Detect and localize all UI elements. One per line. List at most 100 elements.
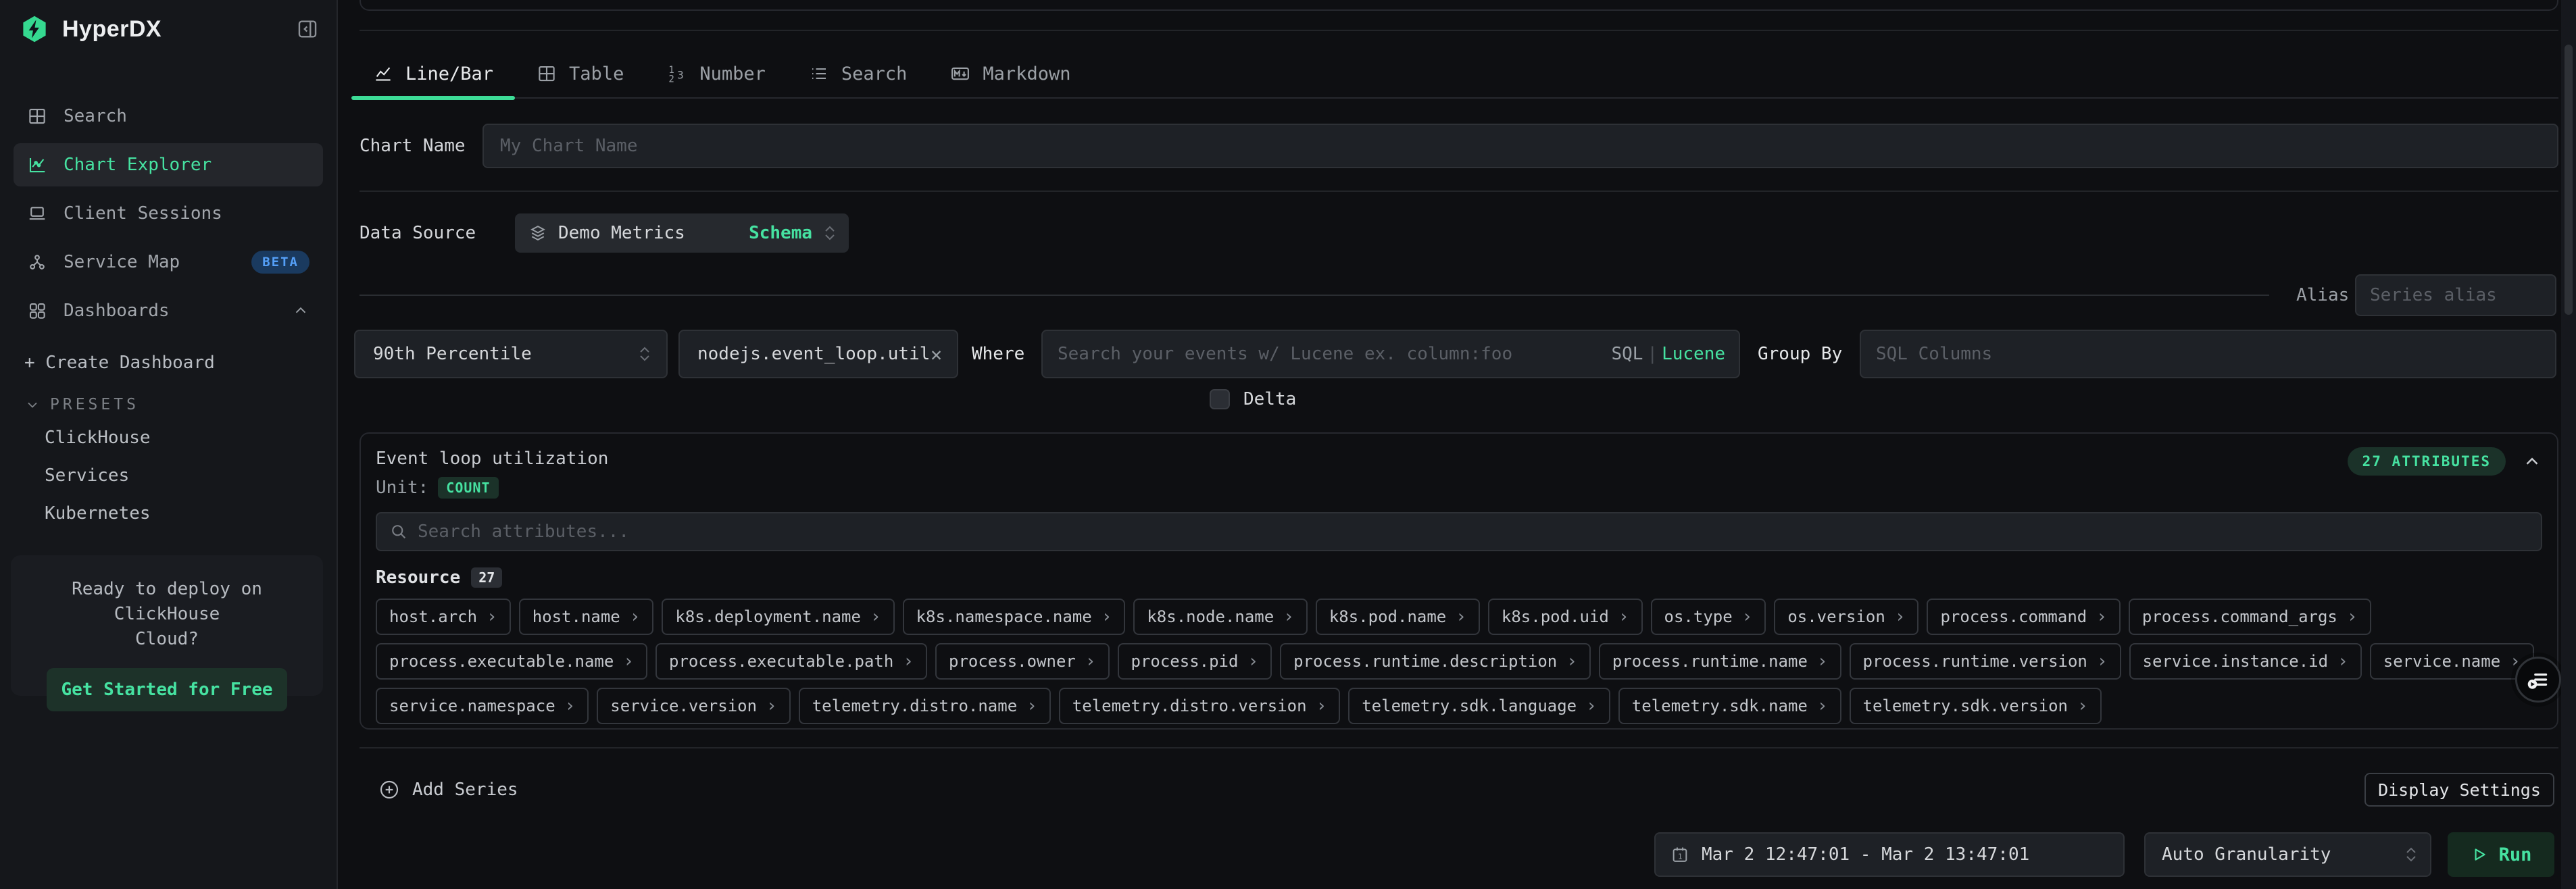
- delta-option: Delta: [1210, 389, 1296, 409]
- time-range-picker[interactable]: 1 Mar 2 12:47:01 - Mar 2 13:47:01: [1654, 832, 2125, 877]
- sidebar-nav: Search Chart Explorer Client Sessions Se…: [0, 95, 337, 332]
- tab-search[interactable]: Search: [787, 50, 929, 97]
- chart-name-input[interactable]: [500, 136, 2541, 156]
- hyperdx-logo-icon: [20, 14, 49, 45]
- aggregation-select[interactable]: 90th Percentile: [354, 330, 668, 378]
- attribute-name: process.runtime.description: [1293, 652, 1557, 671]
- attribute-chip[interactable]: process.runtime.name›: [1599, 643, 1841, 680]
- sidebar-item-label: Search: [64, 106, 127, 126]
- attribute-chip[interactable]: service.name›: [2370, 643, 2534, 680]
- attribute-chip[interactable]: process.command_args›: [2129, 599, 2371, 635]
- beta-badge: BETA: [251, 251, 309, 274]
- attribute-chip[interactable]: telemetry.sdk.language›: [1348, 688, 1610, 724]
- attribute-chip[interactable]: service.version›: [597, 688, 790, 724]
- sidebar-collapse-icon[interactable]: [296, 18, 319, 41]
- attributes-search-input[interactable]: [418, 522, 2529, 542]
- attribute-chip[interactable]: telemetry.sdk.name›: [1618, 688, 1841, 724]
- attributes-search-field: [376, 512, 2542, 551]
- create-dashboard-link[interactable]: + Create Dashboard: [24, 353, 312, 373]
- tab-markdown[interactable]: Markdown: [928, 50, 1092, 97]
- attribute-chip[interactable]: host.name›: [519, 599, 654, 635]
- divider: [360, 295, 2269, 296]
- unit-value-badge: COUNT: [438, 477, 498, 499]
- chevron-right-icon: ›: [623, 651, 634, 671]
- floating-widget-button[interactable]: [2515, 657, 2561, 703]
- attribute-chip[interactable]: process.pid›: [1118, 643, 1272, 680]
- data-source-select[interactable]: Demo Metrics Schema: [515, 213, 849, 253]
- where-search-input[interactable]: [1058, 344, 1604, 364]
- laptop-icon: [27, 203, 47, 224]
- presets-header[interactable]: PRESETS: [24, 396, 312, 413]
- sidebar-item-search[interactable]: Search: [14, 95, 323, 138]
- run-button[interactable]: Run: [2448, 832, 2554, 877]
- add-series-button[interactable]: Add Series: [378, 773, 518, 807]
- granularity-select[interactable]: Auto Granularity: [2144, 832, 2431, 877]
- sql-option[interactable]: SQL: [1611, 344, 1643, 364]
- attribute-chip[interactable]: host.arch›: [376, 599, 511, 635]
- attribute-name: k8s.namespace.name: [916, 607, 1092, 626]
- scrollbar-thumb[interactable]: [2565, 45, 2573, 315]
- alias-input[interactable]: [2370, 285, 2542, 305]
- preset-item-services[interactable]: Services: [45, 462, 337, 489]
- attribute-chip[interactable]: telemetry.distro.name›: [799, 688, 1051, 724]
- remove-metric-icon[interactable]: ✕: [931, 343, 942, 365]
- get-started-button[interactable]: Get Started for Free: [47, 668, 287, 711]
- attribute-chip[interactable]: k8s.namespace.name›: [903, 599, 1126, 635]
- line-chart-icon: [373, 63, 393, 84]
- aggregation-value: 90th Percentile: [373, 344, 532, 364]
- sidebar-item-chart-explorer[interactable]: Chart Explorer: [14, 143, 323, 186]
- attribute-chip[interactable]: process.executable.name›: [376, 643, 647, 680]
- attribute-chip[interactable]: telemetry.sdk.version›: [1850, 688, 2102, 724]
- play-icon: [2471, 846, 2488, 863]
- logo-row: HyperDX: [0, 0, 337, 57]
- chevron-right-icon: ›: [487, 607, 497, 627]
- sidebar: HyperDX Search Chart Explorer: [0, 0, 338, 889]
- alias-field: [2355, 274, 2556, 316]
- sidebar-item-service-map[interactable]: Service Map BETA: [14, 240, 323, 284]
- attribute-chip[interactable]: service.instance.id›: [2129, 643, 2362, 680]
- attribute-chip[interactable]: k8s.pod.uid›: [1488, 599, 1643, 635]
- sidebar-item-client-sessions[interactable]: Client Sessions: [14, 192, 323, 235]
- metric-attributes-panel: Event loop utilization Unit: COUNT 27 AT…: [360, 432, 2558, 730]
- add-series-label: Add Series: [412, 780, 518, 800]
- attribute-chip[interactable]: k8s.pod.name›: [1316, 599, 1480, 635]
- attribute-chip[interactable]: process.command›: [1927, 599, 2120, 635]
- chevron-right-icon: ›: [1618, 607, 1629, 627]
- sidebar-item-dashboards[interactable]: Dashboards: [14, 289, 323, 332]
- data-source-label: Data Source: [360, 213, 476, 253]
- lucene-option[interactable]: Lucene: [1662, 344, 1725, 364]
- query-language-toggle[interactable]: SQL|Lucene: [1611, 344, 1725, 364]
- attribute-name: k8s.node.name: [1147, 607, 1274, 626]
- attribute-chip[interactable]: process.runtime.version›: [1850, 643, 2121, 680]
- playlist-icon: [2525, 667, 2551, 692]
- tab-number[interactable]: 123 Number: [645, 50, 787, 97]
- attribute-name: process.command: [1940, 607, 2087, 626]
- attribute-chip[interactable]: os.version›: [1774, 599, 1918, 635]
- attribute-chip[interactable]: os.type›: [1651, 599, 1766, 635]
- attribute-chip[interactable]: process.runtime.description›: [1280, 643, 1591, 680]
- attribute-name: service.version: [610, 696, 757, 715]
- delta-label: Delta: [1243, 389, 1296, 409]
- attribute-chip[interactable]: k8s.deployment.name›: [662, 599, 894, 635]
- chart-type-tabbar: Line/Bar Table 123 Number Search: [351, 50, 2558, 99]
- group-by-input[interactable]: [1876, 344, 2540, 364]
- display-settings-button[interactable]: Display Settings: [2364, 773, 2554, 807]
- tab-line-bar[interactable]: Line/Bar: [351, 50, 515, 97]
- attribute-chip[interactable]: telemetry.distro.version›: [1059, 688, 1340, 724]
- metric-chip[interactable]: nodejs.event_loop.util ✕: [678, 330, 958, 378]
- preset-item-clickhouse[interactable]: ClickHouse: [45, 424, 337, 451]
- vertical-scrollbar[interactable]: [2561, 0, 2576, 889]
- dashboards-icon: [27, 301, 47, 321]
- attribute-chip[interactable]: k8s.node.name›: [1133, 599, 1308, 635]
- tab-table[interactable]: Table: [515, 50, 645, 97]
- schema-link[interactable]: Schema: [749, 223, 812, 243]
- cloud-card-text-line1: Ready to deploy on ClickHouse: [28, 577, 305, 627]
- attribute-chip[interactable]: process.executable.path›: [655, 643, 927, 680]
- attribute-chip-list: host.arch› host.name› k8s.deployment.nam…: [376, 599, 2542, 724]
- attribute-name: service.name: [2383, 652, 2500, 671]
- attribute-chip[interactable]: service.namespace›: [376, 688, 589, 724]
- preset-item-kubernetes[interactable]: Kubernetes: [45, 500, 337, 527]
- collapse-panel-chevron-icon[interactable]: [2522, 451, 2542, 472]
- attribute-chip[interactable]: process.owner›: [935, 643, 1110, 680]
- delta-checkbox[interactable]: [1210, 389, 1230, 409]
